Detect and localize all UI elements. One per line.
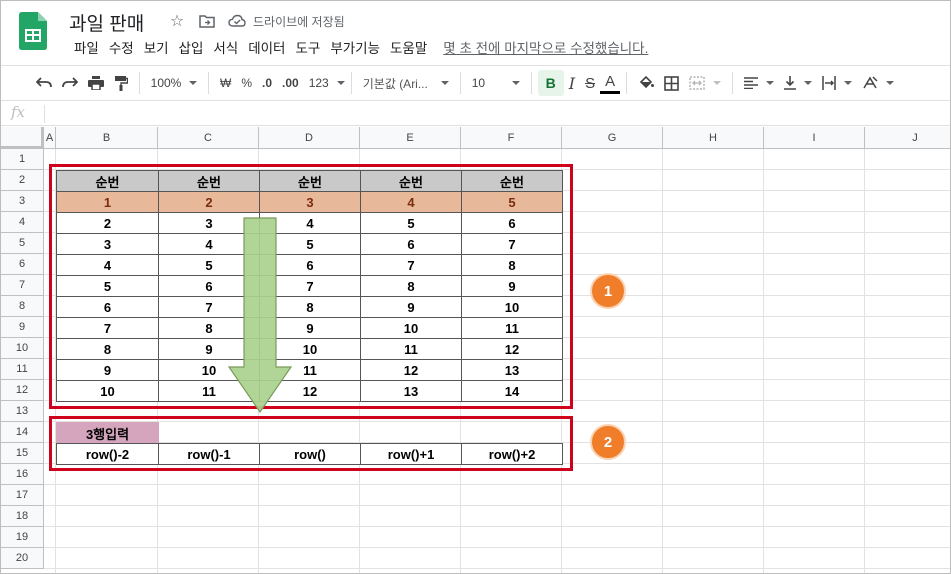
row-header-9[interactable]: 9 bbox=[1, 317, 44, 338]
sheets-logo-icon[interactable] bbox=[19, 12, 47, 50]
spreadsheet-window: 과일 판매 ☆ 드라이브에 저장됨 파일 수정 보기 삽입 서식 데이터 도구 … bbox=[0, 0, 951, 574]
italic-button[interactable]: I bbox=[564, 70, 580, 96]
strikethrough-button[interactable]: S bbox=[580, 70, 600, 96]
annotation-box-2 bbox=[49, 416, 573, 471]
text-color-button[interactable]: A bbox=[600, 72, 621, 94]
move-folder-icon[interactable] bbox=[197, 11, 217, 31]
bold-button[interactable]: B bbox=[537, 70, 564, 96]
toolbar-divider bbox=[139, 72, 140, 94]
increase-decimal-button[interactable]: .00 bbox=[277, 70, 304, 96]
last-edit-link[interactable]: 몇 초 전에 마지막으로 수정했습니다. bbox=[438, 39, 653, 59]
row-header-1[interactable]: 1 bbox=[1, 149, 44, 170]
paint-format-icon[interactable] bbox=[109, 70, 133, 96]
gridline bbox=[44, 505, 950, 506]
row-header-19[interactable]: 19 bbox=[1, 527, 44, 548]
fx-icon: fx bbox=[11, 103, 26, 121]
text-wrap-icon[interactable] bbox=[817, 70, 857, 96]
annotation-badge-2: 2 bbox=[590, 424, 626, 460]
sheet-grid[interactable]: A B C D E F G H I J 1 2 3 4 5 6 7 8 9 10 11 12 13 14 15 16 17 18 19 2… bbox=[1, 127, 950, 573]
column-header-f[interactable]: F bbox=[461, 127, 562, 149]
toolbar-divider bbox=[732, 72, 734, 94]
text-rotation-icon[interactable] bbox=[857, 70, 899, 96]
gridline bbox=[763, 149, 764, 573]
formula-divider bbox=[44, 105, 45, 123]
menu-view[interactable]: 보기 bbox=[139, 39, 174, 59]
column-header-e[interactable]: E bbox=[360, 127, 461, 149]
borders-icon[interactable] bbox=[659, 70, 684, 96]
star-icon[interactable]: ☆ bbox=[167, 11, 187, 31]
row-header-6[interactable]: 6 bbox=[1, 254, 44, 275]
percent-format-button[interactable]: % bbox=[236, 70, 257, 96]
menu-tools[interactable]: 도구 bbox=[290, 39, 325, 59]
select-all-corner[interactable] bbox=[1, 127, 44, 149]
currency-format-button[interactable]: ₩ bbox=[215, 70, 236, 96]
column-header-j[interactable]: J bbox=[865, 127, 950, 149]
toolbar-divider bbox=[626, 72, 628, 94]
row-header-7[interactable]: 7 bbox=[1, 275, 44, 296]
toolbar-divider bbox=[350, 72, 352, 94]
redo-icon[interactable] bbox=[57, 70, 83, 96]
horizontal-align-icon[interactable] bbox=[739, 70, 779, 96]
row-header-20[interactable]: 20 bbox=[1, 548, 44, 569]
down-arrow-icon bbox=[228, 217, 292, 413]
gridline bbox=[44, 484, 950, 485]
print-icon[interactable] bbox=[83, 70, 109, 96]
cloud-saved-icon[interactable] bbox=[227, 11, 247, 31]
column-header-g[interactable]: G bbox=[562, 127, 663, 149]
document-title[interactable]: 과일 판매 bbox=[69, 9, 144, 36]
gridline bbox=[864, 149, 865, 573]
zoom-select[interactable]: 100% bbox=[146, 70, 202, 96]
gridline bbox=[44, 547, 950, 548]
toolbar: 100% ₩ % .0 .00 123 기본값 (Ari... 10 B I S… bbox=[1, 65, 950, 101]
menu-file[interactable]: 파일 bbox=[69, 39, 104, 59]
gridline bbox=[44, 526, 950, 527]
fill-color-icon[interactable] bbox=[633, 70, 659, 96]
merge-cells-icon[interactable] bbox=[684, 70, 726, 96]
annotation-box-1 bbox=[49, 164, 573, 409]
column-header-b[interactable]: B bbox=[56, 127, 158, 149]
column-header-h[interactable]: H bbox=[663, 127, 764, 149]
toolbar-divider bbox=[459, 72, 461, 94]
row-header-8[interactable]: 8 bbox=[1, 296, 44, 317]
gridline bbox=[662, 149, 663, 573]
row-header-14[interactable]: 14 bbox=[1, 422, 44, 443]
row-header-16[interactable]: 16 bbox=[1, 464, 44, 485]
toolbar-divider bbox=[208, 72, 209, 94]
menu-edit[interactable]: 수정 bbox=[104, 39, 139, 59]
row-header-5[interactable]: 5 bbox=[1, 233, 44, 254]
row-header-17[interactable]: 17 bbox=[1, 485, 44, 506]
menu-bar: 파일 수정 보기 삽입 서식 데이터 도구 부가기능 도움말 몇 초 전에 마지… bbox=[69, 39, 653, 59]
row-header-2[interactable]: 2 bbox=[1, 170, 44, 191]
saved-status: 드라이브에 저장됨 bbox=[253, 14, 345, 29]
toolbar-divider bbox=[530, 72, 532, 94]
row-header-3[interactable]: 3 bbox=[1, 191, 44, 212]
column-header-i[interactable]: I bbox=[764, 127, 865, 149]
annotation-badge-1: 1 bbox=[590, 273, 626, 309]
vertical-align-icon[interactable] bbox=[779, 70, 817, 96]
menu-format[interactable]: 서식 bbox=[208, 39, 243, 59]
menu-insert[interactable]: 삽입 bbox=[174, 39, 209, 59]
column-header-c[interactable]: C bbox=[158, 127, 259, 149]
row-header-13[interactable]: 13 bbox=[1, 401, 44, 422]
menu-help[interactable]: 도움말 bbox=[385, 39, 432, 59]
column-header-d[interactable]: D bbox=[259, 127, 360, 149]
gridline bbox=[44, 568, 950, 569]
row-header-15[interactable]: 15 bbox=[1, 443, 44, 464]
undo-icon[interactable] bbox=[31, 70, 57, 96]
more-formats-select[interactable]: 123 bbox=[304, 70, 345, 96]
row-header-10[interactable]: 10 bbox=[1, 338, 44, 359]
row-header-18[interactable]: 18 bbox=[1, 506, 44, 527]
row-header-12[interactable]: 12 bbox=[1, 380, 44, 401]
menu-data[interactable]: 데이터 bbox=[243, 39, 290, 59]
formula-bar[interactable]: fx bbox=[1, 102, 950, 126]
row-header-11[interactable]: 11 bbox=[1, 359, 44, 380]
row-header-4[interactable]: 4 bbox=[1, 212, 44, 233]
column-header-a[interactable]: A bbox=[44, 127, 56, 149]
decrease-decimal-button[interactable]: .0 bbox=[257, 70, 277, 96]
font-family-select[interactable]: 기본값 (Ari... bbox=[358, 70, 454, 96]
menu-addons[interactable]: 부가기능 bbox=[325, 39, 385, 59]
font-size-select[interactable]: 10 bbox=[467, 70, 525, 96]
